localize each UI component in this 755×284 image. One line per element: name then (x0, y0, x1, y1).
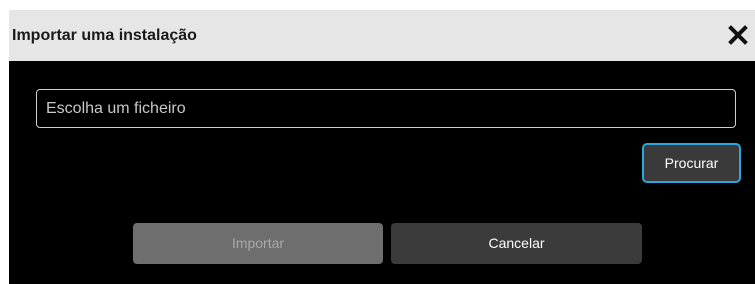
file-input[interactable] (36, 89, 736, 128)
dialog-title: Importar uma instalação (12, 27, 197, 44)
import-button[interactable]: Importar (133, 223, 383, 264)
cancel-button[interactable]: Cancelar (391, 223, 642, 264)
dialog-title-bar: Importar uma instalação (9, 10, 755, 61)
browse-button[interactable]: Procurar (642, 143, 741, 183)
close-icon[interactable] (727, 24, 749, 46)
import-installation-dialog: Importar uma instalação Procurar Importa… (9, 10, 755, 284)
